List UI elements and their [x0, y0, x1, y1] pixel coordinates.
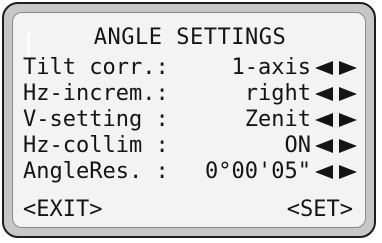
arrow-right-icon[interactable] [339, 87, 357, 101]
setting-label: Hz-increm.: [23, 81, 169, 106]
arrow-right-icon[interactable] [339, 61, 357, 75]
value-selector[interactable] [315, 165, 357, 179]
arrow-left-icon[interactable] [315, 113, 333, 127]
arrow-left-icon[interactable] [315, 139, 333, 153]
arrow-left-icon[interactable] [315, 61, 333, 75]
setting-row-v-setting[interactable]: V-setting : Zenit [23, 107, 363, 133]
setting-value: 1-axis [231, 55, 311, 80]
screen-title: ANGLE SETTINGS [93, 25, 287, 50]
value-selector[interactable] [315, 113, 357, 127]
setting-value: ON [284, 133, 312, 158]
setting-row-tilt-correction[interactable]: Tilt corr.: 1-axis [23, 55, 363, 81]
value-selector[interactable] [315, 139, 357, 153]
setting-label: V-setting : [23, 107, 169, 132]
setting-label: Hz-collim : [23, 133, 169, 158]
setting-value: right [244, 81, 311, 106]
arrow-right-icon[interactable] [339, 139, 357, 153]
arrow-right-icon[interactable] [339, 113, 357, 127]
arrow-left-icon[interactable] [315, 165, 333, 179]
setting-label: Tilt corr.: [23, 55, 169, 80]
exit-softkey[interactable]: <EXIT> [23, 197, 102, 223]
arrow-right-icon[interactable] [339, 165, 357, 179]
value-selector[interactable] [315, 87, 357, 101]
setting-value: 0°00'05" [205, 159, 311, 184]
setting-row-hz-collimation[interactable]: Hz-collim : ON [23, 133, 363, 159]
setting-label: AngleRes. : [23, 159, 169, 184]
arrow-left-icon[interactable] [315, 87, 333, 101]
value-selector[interactable] [315, 61, 357, 75]
setting-row-hz-increment[interactable]: Hz-increm.: right [23, 81, 363, 107]
setting-row-angle-resolution[interactable]: AngleRes. : 0°00'05" [23, 159, 363, 185]
lcd-screen: ANGLE SETTINGS Tilt corr.: 1-axis Hz-inc… [12, 12, 366, 228]
set-softkey[interactable]: <SET> [287, 197, 353, 223]
setting-value: Zenit [244, 107, 311, 132]
